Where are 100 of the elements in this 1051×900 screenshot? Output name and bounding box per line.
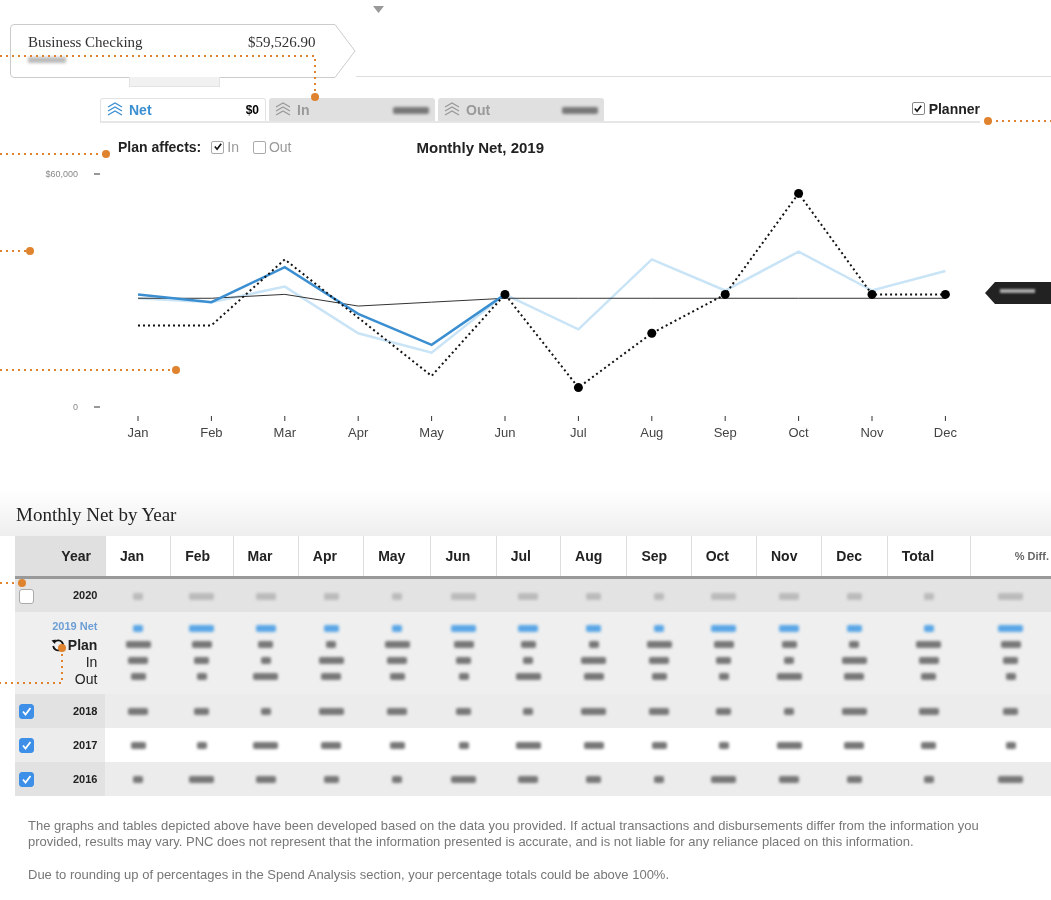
- caret-icon[interactable]: [373, 6, 384, 13]
- blurred-value: [458, 673, 469, 680]
- blurred-value: [781, 641, 797, 648]
- column-header: Apr: [298, 536, 364, 578]
- row-label: In: [85, 653, 98, 671]
- callout-dot: [172, 366, 180, 374]
- blurred-value: [716, 708, 732, 716]
- blurred-value: [583, 673, 604, 680]
- blurred-value: [588, 641, 599, 648]
- x-tick-label: Dec: [933, 425, 957, 440]
- blurred-value: [921, 742, 937, 750]
- column-header: Total: [887, 536, 971, 578]
- option-checkbox[interactable]: In: [211, 139, 239, 155]
- blurred-value: [128, 657, 149, 664]
- blurred-value: [711, 776, 737, 784]
- blurred-value: [586, 625, 602, 632]
- callout-dot: [984, 117, 992, 125]
- blurred-value: [844, 742, 865, 750]
- blurred-value: [189, 592, 215, 600]
- refresh-icon[interactable]: [50, 638, 65, 652]
- blurred-value: [649, 657, 670, 664]
- row-checkbox[interactable]: [19, 589, 34, 604]
- tab[interactable]: Out: [438, 98, 604, 121]
- layers-icon: [107, 102, 123, 118]
- blurred-value: [253, 673, 279, 680]
- blurred-value: [196, 673, 207, 680]
- column-header: Jan: [105, 536, 171, 578]
- option-checkbox[interactable]: Out: [252, 139, 292, 155]
- x-tick-label: Jan: [127, 425, 149, 440]
- plan-point: [794, 188, 804, 198]
- column-header: Aug: [560, 536, 627, 578]
- x-tick-label: Sep: [713, 425, 737, 440]
- blurred-value: [998, 625, 1024, 632]
- blurred-value: [918, 657, 939, 664]
- row-label: Plan: [67, 636, 98, 654]
- blurred-value: [451, 776, 477, 784]
- row-label: Out: [74, 670, 98, 688]
- blurred-value: [456, 708, 472, 716]
- blurred-value: [583, 742, 604, 750]
- tab[interactable]: In: [269, 98, 435, 121]
- blurred-value: [1000, 641, 1021, 648]
- callout-dot: [102, 150, 110, 158]
- x-tick-label: Oct: [788, 425, 809, 440]
- blurred-value: [651, 742, 667, 750]
- blurred-value: [784, 708, 795, 716]
- blurred-value: [923, 625, 934, 632]
- plan-point: [573, 383, 583, 393]
- x-tick-label: Mar: [273, 425, 296, 440]
- blurred-value: [260, 657, 271, 664]
- blurred-value: [581, 657, 607, 664]
- planner-checkbox[interactable]: Planner: [911, 100, 980, 117]
- blurred-value: [520, 641, 536, 648]
- blurred-value: [318, 657, 344, 664]
- column-header: Dec: [821, 536, 888, 578]
- blurred-value: [260, 708, 271, 716]
- blurred-value: [1003, 657, 1019, 664]
- blurred-value: [451, 625, 477, 632]
- row-checkbox[interactable]: [19, 737, 34, 753]
- checkmark-icon: [213, 143, 222, 151]
- drawer-handle[interactable]: [129, 77, 220, 87]
- x-tick-label: Jun: [494, 425, 516, 440]
- row-checkbox[interactable]: [19, 771, 34, 787]
- blurred-value: [194, 657, 210, 664]
- blurred-value: [253, 742, 279, 750]
- year-label: 2017: [72, 738, 98, 751]
- blurred-value: [130, 673, 146, 680]
- account-card[interactable]: [10, 24, 356, 78]
- blurred-value: [258, 641, 274, 648]
- y-tick: [93, 173, 101, 175]
- column-header: Jun: [430, 536, 497, 578]
- disclaimer-text: Due to rounding up of percentages in the Spend Analysis section, your percentage totals could be above 100%.: [28, 866, 671, 883]
- tab[interactable]: Net $0: [100, 98, 266, 121]
- y-tick: [93, 406, 101, 408]
- checkmark-icon: [914, 104, 923, 113]
- blurred-value: [255, 625, 276, 632]
- column-header: May: [363, 536, 431, 578]
- blurred-value: [453, 641, 474, 648]
- blurred-value: [518, 625, 539, 632]
- blurred-value: [713, 641, 734, 648]
- blurred-value: [28, 57, 66, 63]
- blurred-value: [1005, 742, 1016, 750]
- blurred-value: [515, 673, 541, 680]
- year-label: 2016: [72, 772, 98, 785]
- blurred-value: [776, 673, 802, 680]
- blurred-value: [326, 641, 336, 648]
- year-label: 2018: [72, 704, 98, 717]
- blurred-value: [654, 592, 665, 600]
- plan-point: [940, 289, 950, 299]
- blurred-value: [651, 673, 667, 680]
- blurred-value: [923, 776, 934, 784]
- layers-icon: [275, 101, 291, 118]
- y-tick-label: $60,000: [45, 169, 78, 179]
- blurred-value: [923, 592, 934, 600]
- plan-point: [867, 289, 877, 299]
- column-header: Year: [15, 536, 106, 578]
- column-header: Nov: [756, 536, 822, 578]
- value-marker: [985, 282, 1051, 304]
- callout-dot: [18, 579, 26, 587]
- row-checkbox[interactable]: [19, 703, 34, 719]
- blurred-value: [451, 592, 477, 600]
